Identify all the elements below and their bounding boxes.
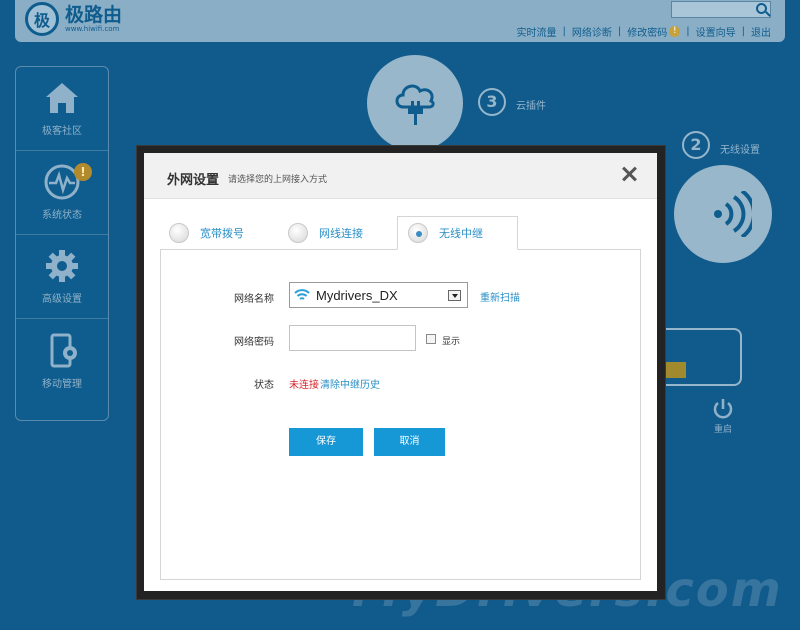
tab-label: 网线连接 bbox=[319, 227, 363, 240]
reboot-button[interactable]: 重启 bbox=[708, 398, 738, 435]
header-links: 实时流量 | 网络诊断 | 修改密码 ! | 设置向导 | 退出 bbox=[517, 24, 771, 39]
logo[interactable]: 极 极路由 www.hiwifi.com bbox=[25, 2, 122, 36]
step-number: 2 bbox=[682, 131, 710, 159]
cancel-button[interactable]: 取消 bbox=[374, 428, 445, 456]
tab-wireless-repeater[interactable]: 无线中继 bbox=[397, 216, 518, 250]
dialog-header: 外网设置 请选择您的上网接入方式 bbox=[144, 153, 657, 199]
dialog-title: 外网设置 bbox=[167, 173, 220, 188]
cloud-plug-icon bbox=[395, 84, 435, 125]
divider: | bbox=[562, 26, 566, 37]
header-link-logout[interactable]: 退出 bbox=[751, 24, 771, 39]
search-icon[interactable] bbox=[756, 3, 767, 14]
sidebar-item-label: 系统状态 bbox=[42, 210, 82, 221]
wireless-settings-circle[interactable] bbox=[674, 165, 772, 263]
radio-button-selected[interactable] bbox=[408, 223, 428, 243]
divider: | bbox=[741, 26, 745, 37]
dialog-subtitle: 请选择您的上网接入方式 bbox=[228, 175, 328, 185]
clear-history-link[interactable]: 清除中继历史 bbox=[320, 376, 380, 391]
cloud-plugin-circle[interactable] bbox=[367, 55, 463, 151]
sidebar: 极客社区 ! 系统状态 高级设置 移动管理 bbox=[15, 66, 109, 421]
tab-label: 宽带拨号 bbox=[200, 227, 244, 240]
tab-label: 无线中继 bbox=[439, 227, 483, 240]
header-link-diagnose[interactable]: 网络诊断 bbox=[572, 24, 612, 39]
wan-settings-dialog: 外网设置 请选择您的上网接入方式 宽带拨号 网线连接 无线中继 网络名称 Myd… bbox=[144, 153, 657, 591]
top-bar: 极 极路由 www.hiwifi.com 实时流量 | 网络诊断 | 修改密码 … bbox=[15, 0, 785, 42]
sidebar-item-label: 极客社区 bbox=[42, 126, 82, 137]
sidebar-item-label: 移动管理 bbox=[42, 378, 82, 390]
radio-button[interactable] bbox=[288, 223, 308, 243]
mobile-icon bbox=[50, 333, 77, 367]
show-password-checkbox[interactable] bbox=[426, 334, 436, 344]
header-link-change-password[interactable]: 修改密码 bbox=[627, 24, 667, 39]
save-button[interactable]: 保存 bbox=[289, 428, 363, 456]
header-link-traffic[interactable]: 实时流量 bbox=[517, 24, 557, 39]
logo-badge: 极 bbox=[25, 2, 59, 36]
warning-badge-icon: ! bbox=[669, 26, 681, 37]
sidebar-item-community[interactable]: 极客社区 bbox=[16, 67, 108, 151]
step-number: 3 bbox=[478, 88, 506, 116]
step-label: 无线设置 bbox=[720, 145, 760, 156]
rescan-link[interactable]: 重新扫描 bbox=[480, 289, 520, 304]
status-label: 状态 bbox=[254, 380, 274, 391]
password-input[interactable] bbox=[289, 325, 416, 351]
gear-icon bbox=[46, 250, 78, 282]
step-label: 云插件 bbox=[516, 101, 546, 112]
logo-name: 极路由 bbox=[65, 4, 123, 26]
reboot-label: 重启 bbox=[713, 425, 732, 435]
home-icon bbox=[46, 83, 78, 113]
close-icon[interactable] bbox=[619, 164, 639, 184]
tab-pppoe[interactable]: 宽带拨号 bbox=[169, 216, 244, 250]
logo-site: www.hiwifi.com bbox=[65, 25, 120, 33]
chevron-down-icon[interactable] bbox=[448, 290, 461, 301]
divider: | bbox=[686, 26, 690, 37]
divider: | bbox=[617, 26, 622, 37]
network-name-value: Mydrivers_DX bbox=[316, 287, 398, 303]
power-icon bbox=[713, 399, 733, 419]
show-password-label: 显示 bbox=[442, 337, 461, 347]
network-name-label: 网络名称 bbox=[234, 294, 274, 305]
wifi-signal-icon bbox=[714, 191, 752, 237]
wifi-icon bbox=[294, 289, 310, 300]
connection-status: 未连接 bbox=[289, 380, 319, 391]
sidebar-item-advanced[interactable]: 高级设置 bbox=[16, 235, 108, 319]
header-link-wizard[interactable]: 设置向导 bbox=[696, 24, 736, 39]
search-input[interactable] bbox=[671, 1, 771, 18]
sidebar-item-label: 高级设置 bbox=[42, 294, 82, 305]
sidebar-item-mobile[interactable]: 移动管理 bbox=[16, 319, 108, 403]
password-label: 网络密码 bbox=[234, 337, 274, 348]
network-name-select[interactable]: Mydrivers_DX bbox=[289, 282, 468, 308]
warning-badge-icon: ! bbox=[74, 163, 92, 181]
radio-button[interactable] bbox=[169, 223, 189, 243]
sidebar-item-status[interactable]: ! 系统状态 bbox=[16, 151, 108, 235]
tab-wired[interactable]: 网线连接 bbox=[288, 216, 363, 250]
